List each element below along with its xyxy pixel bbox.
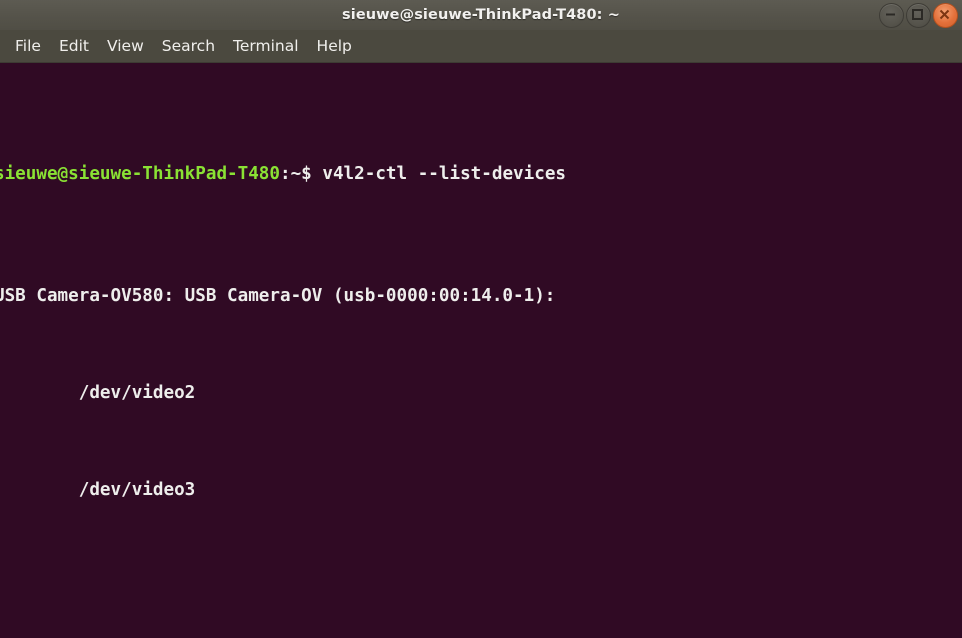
terminal-text-buffer: sieuwe@sieuwe-ThinkPad-T480:~$ v4l2-ctl …	[0, 65, 566, 638]
prompt-user-host: sieuwe@sieuwe-ThinkPad-T480	[0, 164, 280, 185]
terminal-line: /dev/video2	[0, 382, 196, 403]
close-icon	[939, 9, 950, 20]
prompt-sigil: :~$	[280, 164, 312, 185]
terminal-line: sieuwe@sieuwe-ThinkPad-T480:~$ v4l2-ctl …	[0, 162, 566, 186]
window-button-group	[879, 3, 958, 28]
menu-item-view[interactable]: View	[98, 35, 153, 58]
terminal-window: sieuwe@sieuwe-ThinkPad-T480: ~ File Edit…	[0, 0, 962, 638]
minimize-icon	[886, 13, 895, 16]
menu-item-terminal[interactable]: Terminal	[224, 35, 308, 58]
terminal-line: USB Camera-OV580: USB Camera-OV (usb-000…	[0, 285, 556, 306]
close-button[interactable]	[933, 3, 958, 28]
maximize-icon	[912, 9, 923, 20]
menu-item-help[interactable]: Help	[308, 35, 361, 58]
minimize-button[interactable]	[879, 3, 904, 28]
terminal-command: v4l2-ctl --list-devices	[311, 164, 566, 185]
menubar: File Edit View Search Terminal Help	[0, 30, 962, 63]
menu-item-edit[interactable]: Edit	[50, 35, 98, 58]
menu-item-search[interactable]: Search	[153, 35, 224, 58]
window-title: sieuwe@sieuwe-ThinkPad-T480: ~	[342, 7, 620, 23]
maximize-button[interactable]	[906, 3, 931, 28]
window-titlebar[interactable]: sieuwe@sieuwe-ThinkPad-T480: ~	[0, 0, 962, 30]
menu-item-file[interactable]: File	[6, 35, 50, 58]
terminal-screen[interactable]: sieuwe@sieuwe-ThinkPad-T480:~$ v4l2-ctl …	[0, 64, 962, 638]
terminal-line: /dev/video3	[0, 480, 196, 501]
